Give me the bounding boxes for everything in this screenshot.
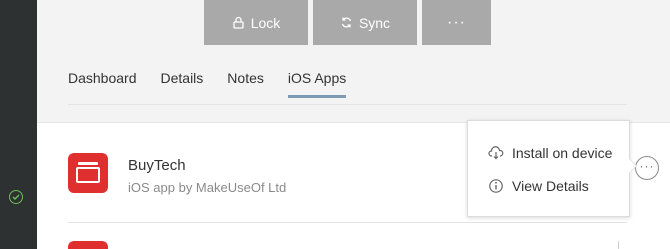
left-sidebar-rail — [0, 0, 37, 249]
lock-button[interactable]: Lock — [204, 0, 308, 45]
more-actions-label: ··· — [447, 13, 466, 31]
app-name: BuyTech — [128, 157, 186, 174]
row-menu-button[interactable]: ··· — [635, 156, 659, 180]
row-divider — [618, 241, 619, 249]
sync-button[interactable]: Sync — [313, 0, 417, 45]
sync-icon — [341, 17, 352, 28]
tab-ios-apps-label: iOS Apps — [287, 70, 347, 86]
lock-button-label: Lock — [250, 14, 281, 31]
tab-divider — [68, 104, 627, 105]
tab-details-label: Details — [160, 70, 204, 86]
info-circle-icon — [489, 179, 503, 193]
tab-notes[interactable]: Notes — [227, 70, 264, 98]
view-details-label: View Details — [512, 178, 589, 194]
view-details-menu-item[interactable]: View Details — [488, 178, 589, 194]
row-actions-menu: Install on device View Details — [467, 120, 637, 217]
lock-icon — [233, 16, 244, 29]
app-icon — [68, 153, 108, 193]
cloud-download-icon — [488, 146, 504, 160]
more-actions-button[interactable]: ··· — [422, 0, 491, 45]
app-subtitle: iOS app by MakeUseOf Ltd — [128, 180, 287, 195]
tab-details[interactable]: Details — [161, 70, 204, 98]
tab-dashboard-label: Dashboard — [68, 70, 137, 86]
install-on-device-menu-item[interactable]: Install on device — [488, 145, 612, 161]
tab-ios-apps[interactable]: iOS Apps — [287, 70, 347, 98]
install-on-device-label: Install on device — [512, 145, 613, 161]
sync-button-label: Sync — [358, 14, 391, 31]
app-row[interactable] — [68, 241, 627, 249]
app-icon — [68, 241, 108, 249]
ellipsis-icon: ··· — [639, 159, 655, 173]
device-page: Lock Sync ··· Dashboard Details Notes iO… — [37, 0, 670, 249]
device-header: Lock Sync ··· Dashboard Details Notes iO… — [37, 0, 670, 120]
tab-notes-label: Notes — [227, 70, 264, 86]
tab-dashboard[interactable]: Dashboard — [68, 70, 137, 98]
tab-bar: Dashboard Details Notes iOS Apps — [68, 70, 370, 98]
check-circle-icon — [9, 190, 23, 204]
